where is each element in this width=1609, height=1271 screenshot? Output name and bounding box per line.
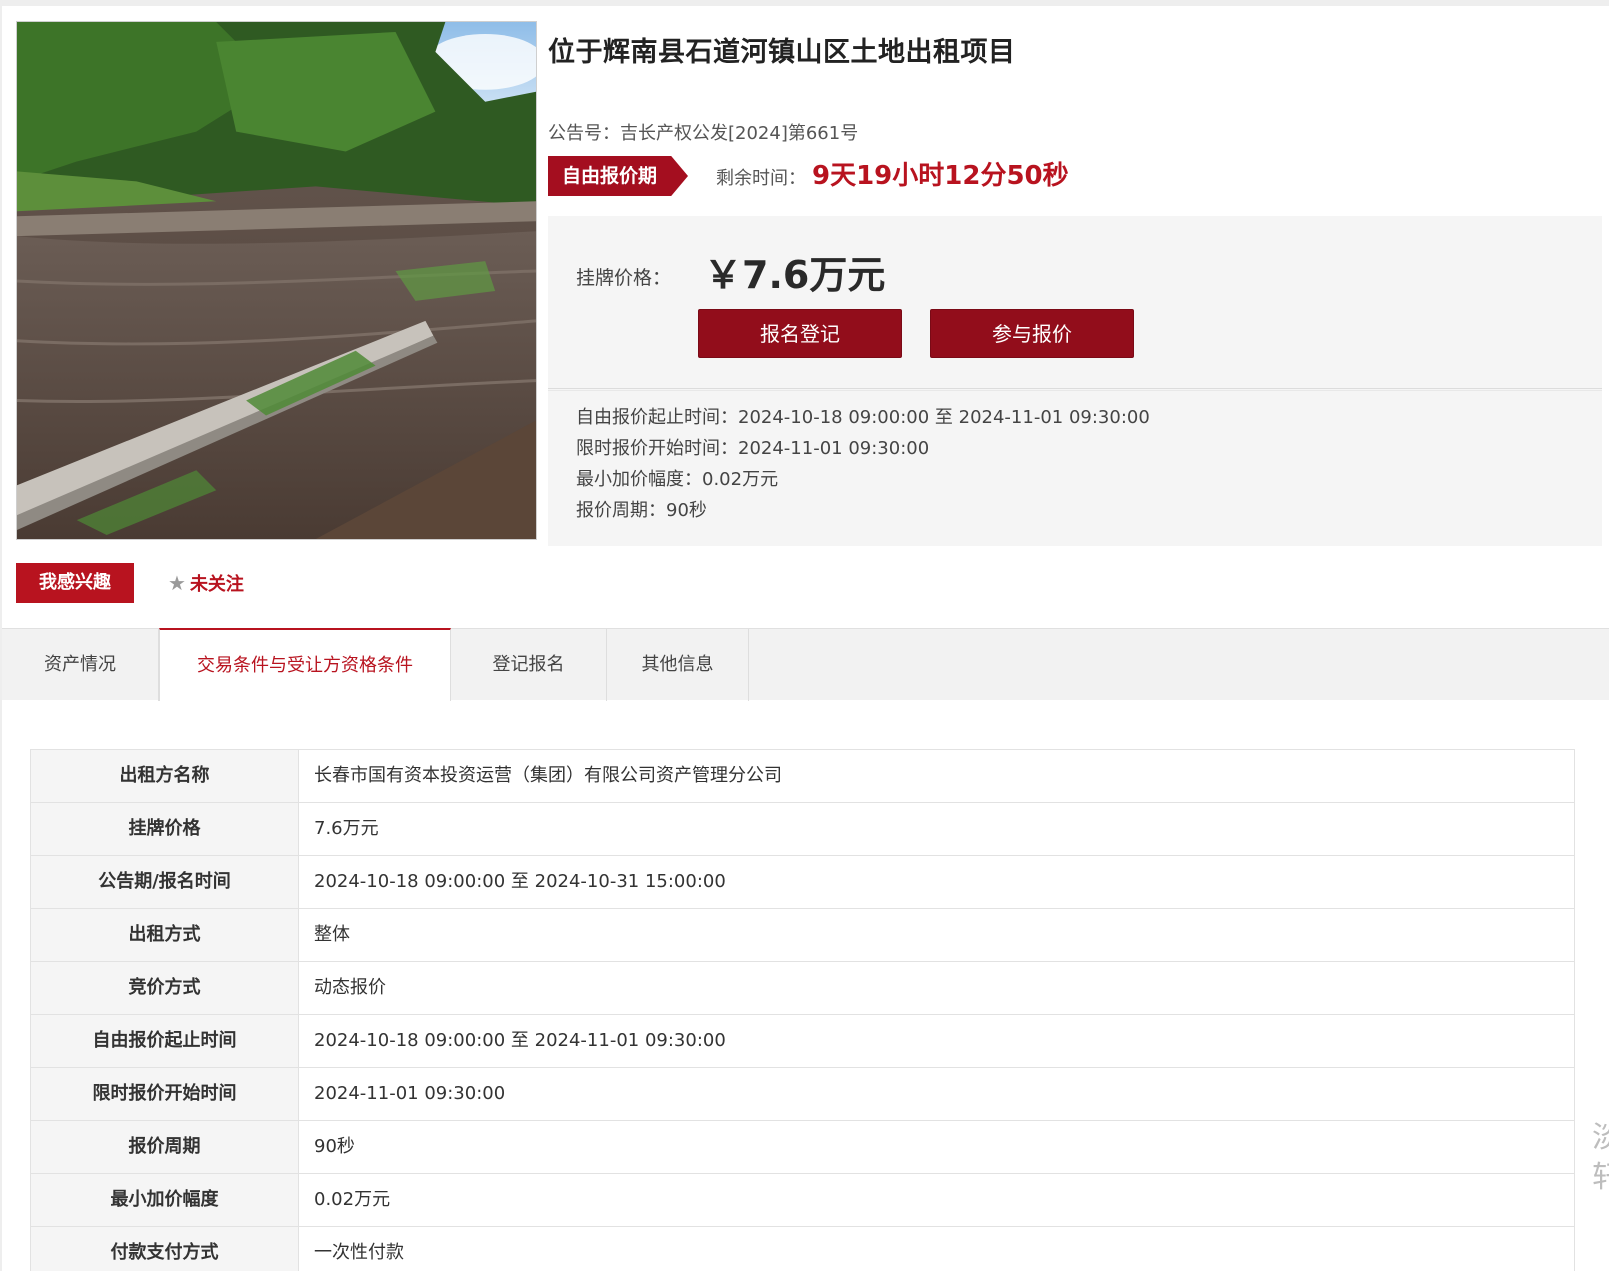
row-label: 报价周期	[31, 1121, 299, 1173]
interest-button[interactable]: 我感兴趣	[16, 563, 134, 603]
table-row: 付款支付方式 一次性付款	[31, 1227, 1575, 1271]
row-value: 2024-11-01 09:30:00	[314, 1083, 506, 1104]
table-row: 竞价方式 动态报价	[31, 962, 1575, 1015]
row-label: 竞价方式	[31, 962, 299, 1014]
table-row: 最小加价幅度 0.02万元	[31, 1174, 1575, 1227]
divider	[548, 388, 1602, 391]
row-value: 7.6万元	[314, 818, 379, 839]
tab-other-info[interactable]: 其他信息	[607, 629, 749, 701]
timing-line: 最小加价幅度：0.02万元	[576, 469, 779, 490]
register-button[interactable]: 报名登记	[698, 309, 902, 358]
land-photo[interactable]	[16, 21, 537, 540]
star-icon: ★	[168, 571, 186, 595]
price-panel: 挂牌价格： ￥7.6万元 报名登记 参与报价 自由报价起止时间：2024-10-…	[548, 216, 1602, 546]
table-row: 公告期/报名时间 2024-10-18 09:00:00 至 2024-10-3…	[31, 856, 1575, 909]
bidding-timings: 自由报价起止时间：2024-10-18 09:00:00 至 2024-11-0…	[576, 402, 1150, 526]
row-value: 整体	[314, 924, 350, 945]
row-label: 出租方名称	[31, 750, 299, 802]
tab-registration[interactable]: 登记报名	[451, 629, 607, 701]
notice-value: 吉长产权公发[2024]第661号	[620, 123, 859, 144]
details-table: 出租方名称 长春市国有资本投资运营（集团）有限公司资产管理分公司 挂牌价格 7.…	[30, 749, 1575, 1271]
edge-watermark-text: 淡 轩	[1592, 1120, 1609, 1195]
price-value: ￥7.6万元	[704, 253, 886, 297]
row-value: 动态报价	[314, 977, 386, 998]
table-row: 限时报价开始时间 2024-11-01 09:30:00	[31, 1068, 1575, 1121]
remaining-time-value: 9天19小时12分50秒	[812, 161, 1069, 191]
follow-toggle[interactable]: ★ 未关注	[168, 563, 244, 603]
price-label: 挂牌价格：	[576, 267, 672, 289]
row-label: 自由报价起止时间	[31, 1015, 299, 1067]
table-row: 挂牌价格 7.6万元	[31, 803, 1575, 856]
timing-line: 限时报价开始时间：2024-11-01 09:30:00	[576, 438, 930, 459]
remaining-time: 剩余时间： 9天19小时12分50秒	[716, 156, 1069, 199]
row-label: 限时报价开始时间	[31, 1068, 299, 1120]
tab-trade-conditions[interactable]: 交易条件与受让方资格条件	[159, 628, 451, 701]
row-label: 公告期/报名时间	[31, 856, 299, 908]
row-value: 2024-10-18 09:00:00 至 2024-10-31 15:00:0…	[314, 871, 726, 892]
tab-asset-info[interactable]: 资产情况	[2, 629, 159, 701]
table-row: 出租方名称 长春市国有资本投资运营（集团）有限公司资产管理分公司	[31, 750, 1575, 803]
row-value: 0.02万元	[314, 1189, 391, 1210]
table-row: 自由报价起止时间 2024-10-18 09:00:00 至 2024-11-0…	[31, 1015, 1575, 1068]
notice-number: 公告号：吉长产权公发[2024]第661号	[548, 119, 858, 145]
land-photo-image	[17, 22, 536, 539]
follow-label: 未关注	[189, 574, 244, 595]
page: 位于辉南县石道河镇山区土地出租项目 公告号：吉长产权公发[2024]第661号 …	[2, 6, 1609, 1271]
row-label: 最小加价幅度	[31, 1174, 299, 1226]
timing-line: 自由报价起止时间：2024-10-18 09:00:00 至 2024-11-0…	[576, 407, 1150, 428]
phase-tag: 自由报价期	[548, 156, 688, 196]
row-value: 长春市国有资本投资运营（集团）有限公司资产管理分公司	[314, 765, 782, 786]
bid-button[interactable]: 参与报价	[930, 309, 1134, 358]
page-title: 位于辉南县石道河镇山区土地出租项目	[548, 37, 1016, 68]
notice-label: 公告号：	[548, 123, 620, 144]
timing-line: 报价周期：90秒	[576, 500, 707, 521]
row-label: 挂牌价格	[31, 803, 299, 855]
row-label: 付款支付方式	[31, 1227, 299, 1271]
table-row: 出租方式 整体	[31, 909, 1575, 962]
row-label: 出租方式	[31, 909, 299, 961]
row-value: 一次性付款	[314, 1242, 404, 1263]
row-value: 90秒	[314, 1136, 355, 1157]
tab-bar: 资产情况 交易条件与受让方资格条件 登记报名 其他信息	[2, 628, 1609, 701]
row-value: 2024-10-18 09:00:00 至 2024-11-01 09:30:0…	[314, 1030, 726, 1051]
remaining-time-label: 剩余时间：	[716, 168, 806, 189]
table-row: 报价周期 90秒	[31, 1121, 1575, 1174]
